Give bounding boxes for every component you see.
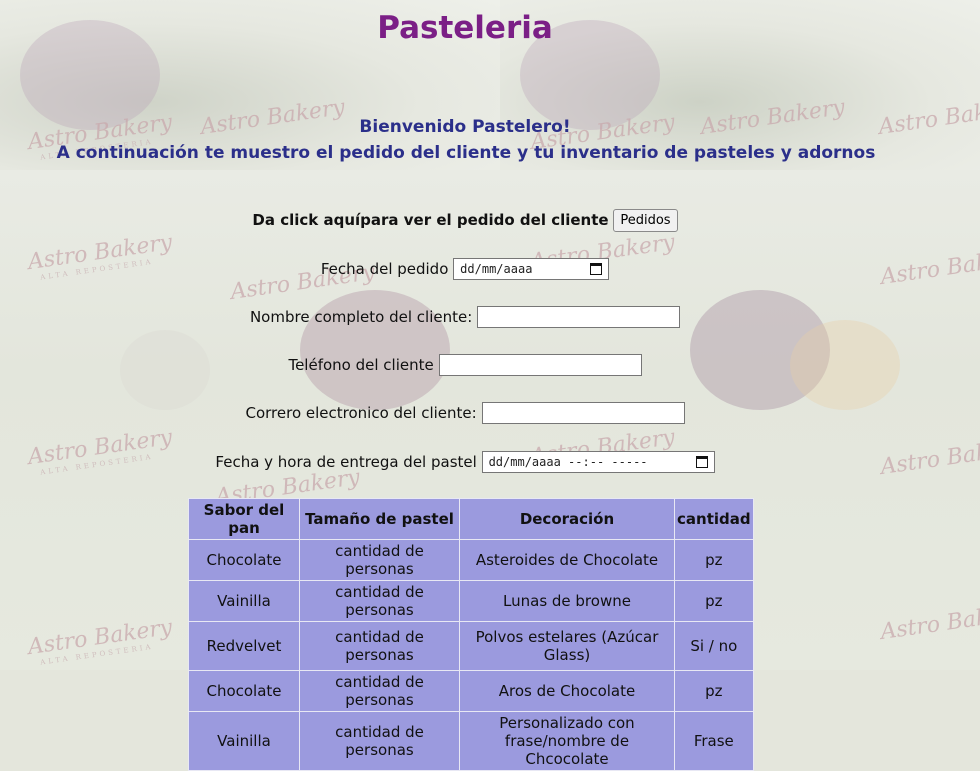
cell-tamano: cantidad de personas: [299, 711, 460, 771]
delivery-datetime-value: dd/mm/aaaa --:-- -----: [488, 455, 648, 469]
cell-decoracion: Lunas de browne: [459, 580, 675, 622]
cell-decoracion: Asteroides de Chocolate: [459, 539, 675, 581]
header-sabor: Sabor del pan: [188, 498, 300, 540]
cell-sabor: Vainilla: [188, 711, 300, 771]
phone-input[interactable]: [438, 354, 642, 376]
table-row: Vainilla cantidad de personas Lunas de b…: [188, 580, 754, 622]
header-tamano: Tamaño de pastel: [299, 498, 460, 540]
cell-cantidad: Frase: [674, 711, 754, 771]
cell-sabor: Redvelvet: [188, 621, 300, 671]
order-date-label: Fecha del pedido: [320, 260, 449, 278]
cell-decoracion: Aros de Chocolate: [459, 670, 675, 712]
delivery-row: Fecha y hora de entrega del pastel dd/mm…: [0, 451, 930, 473]
orders-button[interactable]: Pedidos: [613, 209, 678, 232]
table-row: Chocolate cantidad de personas Aros de C…: [188, 670, 754, 712]
cell-sabor: Chocolate: [188, 670, 300, 712]
intro-text: A continuación te muestro el pedido del …: [56, 143, 876, 163]
phone-row: Teléfono del cliente: [0, 354, 930, 376]
calendar-icon[interactable]: [695, 456, 708, 468]
cell-decoracion: Polvos estelares (Azúcar Glass): [459, 621, 675, 671]
order-date-row: Fecha del pedido dd/mm/aaaa: [0, 258, 930, 280]
page-title: Pasteleria: [377, 10, 553, 46]
cell-tamano: cantidad de personas: [299, 621, 460, 671]
orders-prompt: Da click aquípara ver el pedido del clie…: [252, 211, 609, 229]
table-header-row: Sabor del pan Tamaño de pastel Decoració…: [188, 498, 754, 540]
cell-decoracion: Personalizado con frase/nombre de Chcoco…: [459, 711, 675, 771]
order-date-input[interactable]: dd/mm/aaaa: [453, 258, 610, 280]
orders-row: Da click aquípara ver el pedido del clie…: [0, 209, 930, 232]
cell-cantidad: pz: [674, 539, 754, 581]
phone-label: Teléfono del cliente: [288, 356, 434, 374]
welcome-heading: Bienvenido Pastelero!: [359, 117, 571, 137]
email-label: Correro electronico del cliente:: [245, 404, 477, 422]
cell-cantidad: pz: [674, 580, 754, 622]
email-row: Correro electronico del cliente:: [0, 402, 930, 424]
cell-cantidad: Si / no: [674, 621, 754, 671]
table-row: Vainilla cantidad de personas Personaliz…: [188, 711, 754, 771]
header-decoracion: Decoración: [459, 498, 675, 540]
name-input[interactable]: [477, 306, 681, 328]
calendar-icon[interactable]: [590, 263, 603, 275]
name-row: Nombre completo del cliente:: [0, 306, 930, 328]
cell-sabor: Chocolate: [188, 539, 300, 581]
email-input[interactable]: [481, 402, 685, 424]
inventory-table: Sabor del pan Tamaño de pastel Decoració…: [188, 498, 754, 771]
cell-sabor: Vainilla: [188, 580, 300, 622]
order-date-value: dd/mm/aaaa: [460, 262, 533, 276]
delivery-label: Fecha y hora de entrega del pastel: [215, 453, 477, 471]
cell-cantidad: pz: [674, 670, 754, 712]
cell-tamano: cantidad de personas: [299, 580, 460, 622]
table-row: Chocolate cantidad de personas Asteroide…: [188, 539, 754, 581]
name-label: Nombre completo del cliente:: [249, 308, 473, 326]
header-cantidad: cantidad: [674, 498, 754, 540]
delivery-datetime-input[interactable]: dd/mm/aaaa --:-- -----: [481, 451, 715, 473]
table-row: Redvelvet cantidad de personas Polvos es…: [188, 621, 754, 671]
cell-tamano: cantidad de personas: [299, 539, 460, 581]
cell-tamano: cantidad de personas: [299, 670, 460, 712]
